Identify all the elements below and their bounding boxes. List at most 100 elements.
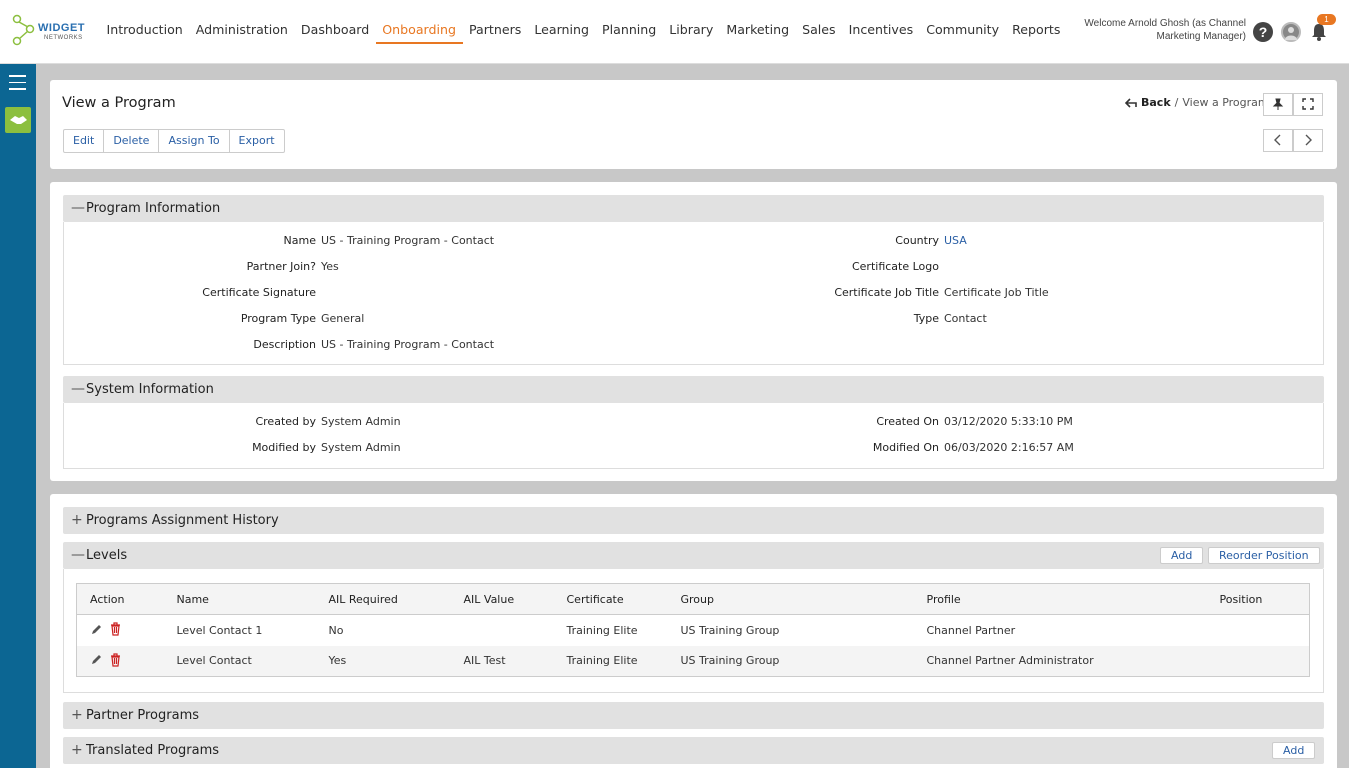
description-label: Description (253, 338, 316, 351)
export-button[interactable]: Export (230, 130, 284, 152)
nav-item-planning[interactable]: Planning (596, 22, 663, 44)
add-level-button[interactable]: Add (1160, 547, 1204, 564)
modified-on-label: Modified On (872, 441, 939, 454)
partner-programs-header[interactable]: + Partner Programs (63, 702, 1324, 729)
add-translated-program-button[interactable]: Add (1272, 742, 1316, 759)
name-label: Name (283, 234, 316, 247)
user-icon (1285, 27, 1297, 40)
nav-item-learning[interactable]: Learning (528, 22, 596, 44)
type-value: Contact (944, 312, 987, 325)
levels-header[interactable]: — Levels (63, 542, 1324, 569)
certificate-job-title-label: Certificate Job Title (834, 286, 939, 299)
pencil-icon[interactable] (90, 623, 103, 636)
column-header[interactable]: Group (667, 583, 914, 615)
translated-programs-header[interactable]: + Translated Programs (63, 737, 1324, 764)
certificate-link[interactable]: Training Elite (553, 645, 668, 677)
edit-button[interactable]: Edit (64, 130, 105, 152)
created-by-value: System Admin (321, 415, 401, 428)
nav-item-onboarding[interactable]: Onboarding (375, 22, 463, 44)
certificate-link[interactable]: Training Elite (554, 615, 668, 646)
nav-item-marketing[interactable]: Marketing (720, 22, 796, 44)
levels-table: Action Name AIL Required AIL Value Certi… (76, 583, 1310, 677)
assign-to-button[interactable]: Assign To (159, 130, 230, 152)
help-icon[interactable]: ? (1253, 22, 1273, 42)
profile-link[interactable]: Channel Partner (914, 615, 1207, 646)
fullscreen-button[interactable] (1293, 93, 1323, 116)
modified-by-value: System Admin (321, 441, 401, 454)
avatar[interactable] (1281, 22, 1301, 42)
back-arrow-icon (1125, 97, 1137, 108)
trash-icon[interactable] (109, 622, 122, 636)
level-name-link[interactable]: Level Contact 1 (164, 615, 316, 646)
nav-item-introduction[interactable]: Introduction (100, 22, 189, 44)
collapse-icon[interactable]: — (71, 542, 85, 569)
ail-value-cell (451, 615, 554, 646)
delete-button[interactable]: Delete (104, 130, 160, 152)
column-header[interactable]: Certificate (553, 583, 668, 615)
table-row: Level Contact Yes AIL Test Training Elit… (76, 645, 1310, 677)
ail-value-cell: AIL Test (450, 645, 554, 677)
bell-icon[interactable] (1310, 23, 1328, 41)
breadcrumb-current: View a Program (1182, 96, 1269, 109)
system-information-header[interactable]: — System Information (63, 376, 1324, 403)
program-information-header[interactable]: — Program Information (63, 195, 1324, 222)
modified-on-value: 06/03/2020 2:16:57 AM (944, 441, 1074, 454)
collapse-icon[interactable]: — (71, 195, 85, 222)
level-name-link[interactable]: Level Contact (163, 645, 316, 677)
collapse-icon[interactable]: — (71, 376, 85, 403)
pin-icon (1272, 98, 1284, 110)
company-logo[interactable]: WIDGET NETWORKS (12, 14, 85, 48)
expand-icon[interactable]: + (71, 737, 83, 764)
system-information-body: Created by System Admin Created On 03/12… (63, 403, 1324, 469)
country-link[interactable]: USA (944, 234, 967, 247)
profile-link[interactable]: Channel Partner Administrator (913, 645, 1207, 677)
logo-text: WIDGET (38, 22, 85, 34)
nav-item-incentives[interactable]: Incentives (842, 22, 920, 44)
pin-button[interactable] (1263, 93, 1293, 116)
trash-icon[interactable] (109, 652, 122, 667)
nav-item-community[interactable]: Community (920, 22, 1006, 44)
program-information-body: Name US - Training Program - Contact Cou… (63, 222, 1324, 365)
previous-button[interactable] (1263, 129, 1293, 152)
pencil-icon[interactable] (90, 653, 103, 666)
hamburger-menu-icon[interactable] (9, 75, 26, 90)
nav-item-administration[interactable]: Administration (189, 22, 294, 44)
action-toolbar: Edit Delete Assign To Export (63, 129, 285, 153)
nav-item-partners[interactable]: Partners (463, 22, 528, 44)
notification-badge: 1 (1317, 14, 1336, 25)
column-header[interactable]: AIL Required (315, 583, 451, 615)
modified-by-label: Modified by (252, 441, 316, 454)
column-header[interactable]: Position (1206, 583, 1310, 615)
nav-item-library[interactable]: Library (663, 22, 720, 44)
reorder-position-button[interactable]: Reorder Position (1208, 547, 1320, 564)
country-label: Country (895, 234, 939, 247)
logo-icon (12, 14, 35, 46)
description-value: US - Training Program - Contact (321, 338, 495, 351)
details-card: — Program Information Name US - Training… (50, 182, 1337, 481)
back-link[interactable]: Back (1141, 96, 1171, 109)
ail-required-cell: No (328, 623, 344, 637)
handshake-icon (10, 116, 27, 124)
certificate-logo-label: Certificate Logo (851, 260, 939, 273)
nav-item-sales[interactable]: Sales (796, 22, 843, 44)
group-link[interactable]: US Training Group (668, 615, 914, 646)
chevron-right-icon (1305, 134, 1312, 146)
programs-assignment-history-header[interactable]: + Programs Assignment History (63, 507, 1324, 534)
type-label: Type (913, 312, 939, 325)
certificate-job-title-value: Certificate Job Title (944, 286, 1049, 299)
sidebar-item-onboarding[interactable] (5, 107, 31, 133)
section-title: Partner Programs (86, 708, 200, 723)
expand-icon[interactable]: + (71, 702, 83, 729)
column-header[interactable]: AIL Value (450, 583, 554, 615)
section-title: Programs Assignment History (86, 513, 279, 528)
nav-item-dashboard[interactable]: Dashboard (294, 22, 375, 44)
position-cell (1206, 645, 1310, 677)
expand-icon (1302, 98, 1314, 110)
expand-icon[interactable]: + (71, 507, 83, 534)
page-title: View a Program (62, 95, 176, 111)
sidebar (0, 64, 36, 768)
group-link[interactable]: US Training Group (667, 645, 914, 677)
column-header[interactable]: Name (163, 583, 316, 615)
next-button[interactable] (1293, 129, 1323, 152)
column-header[interactable]: Profile (913, 583, 1207, 615)
